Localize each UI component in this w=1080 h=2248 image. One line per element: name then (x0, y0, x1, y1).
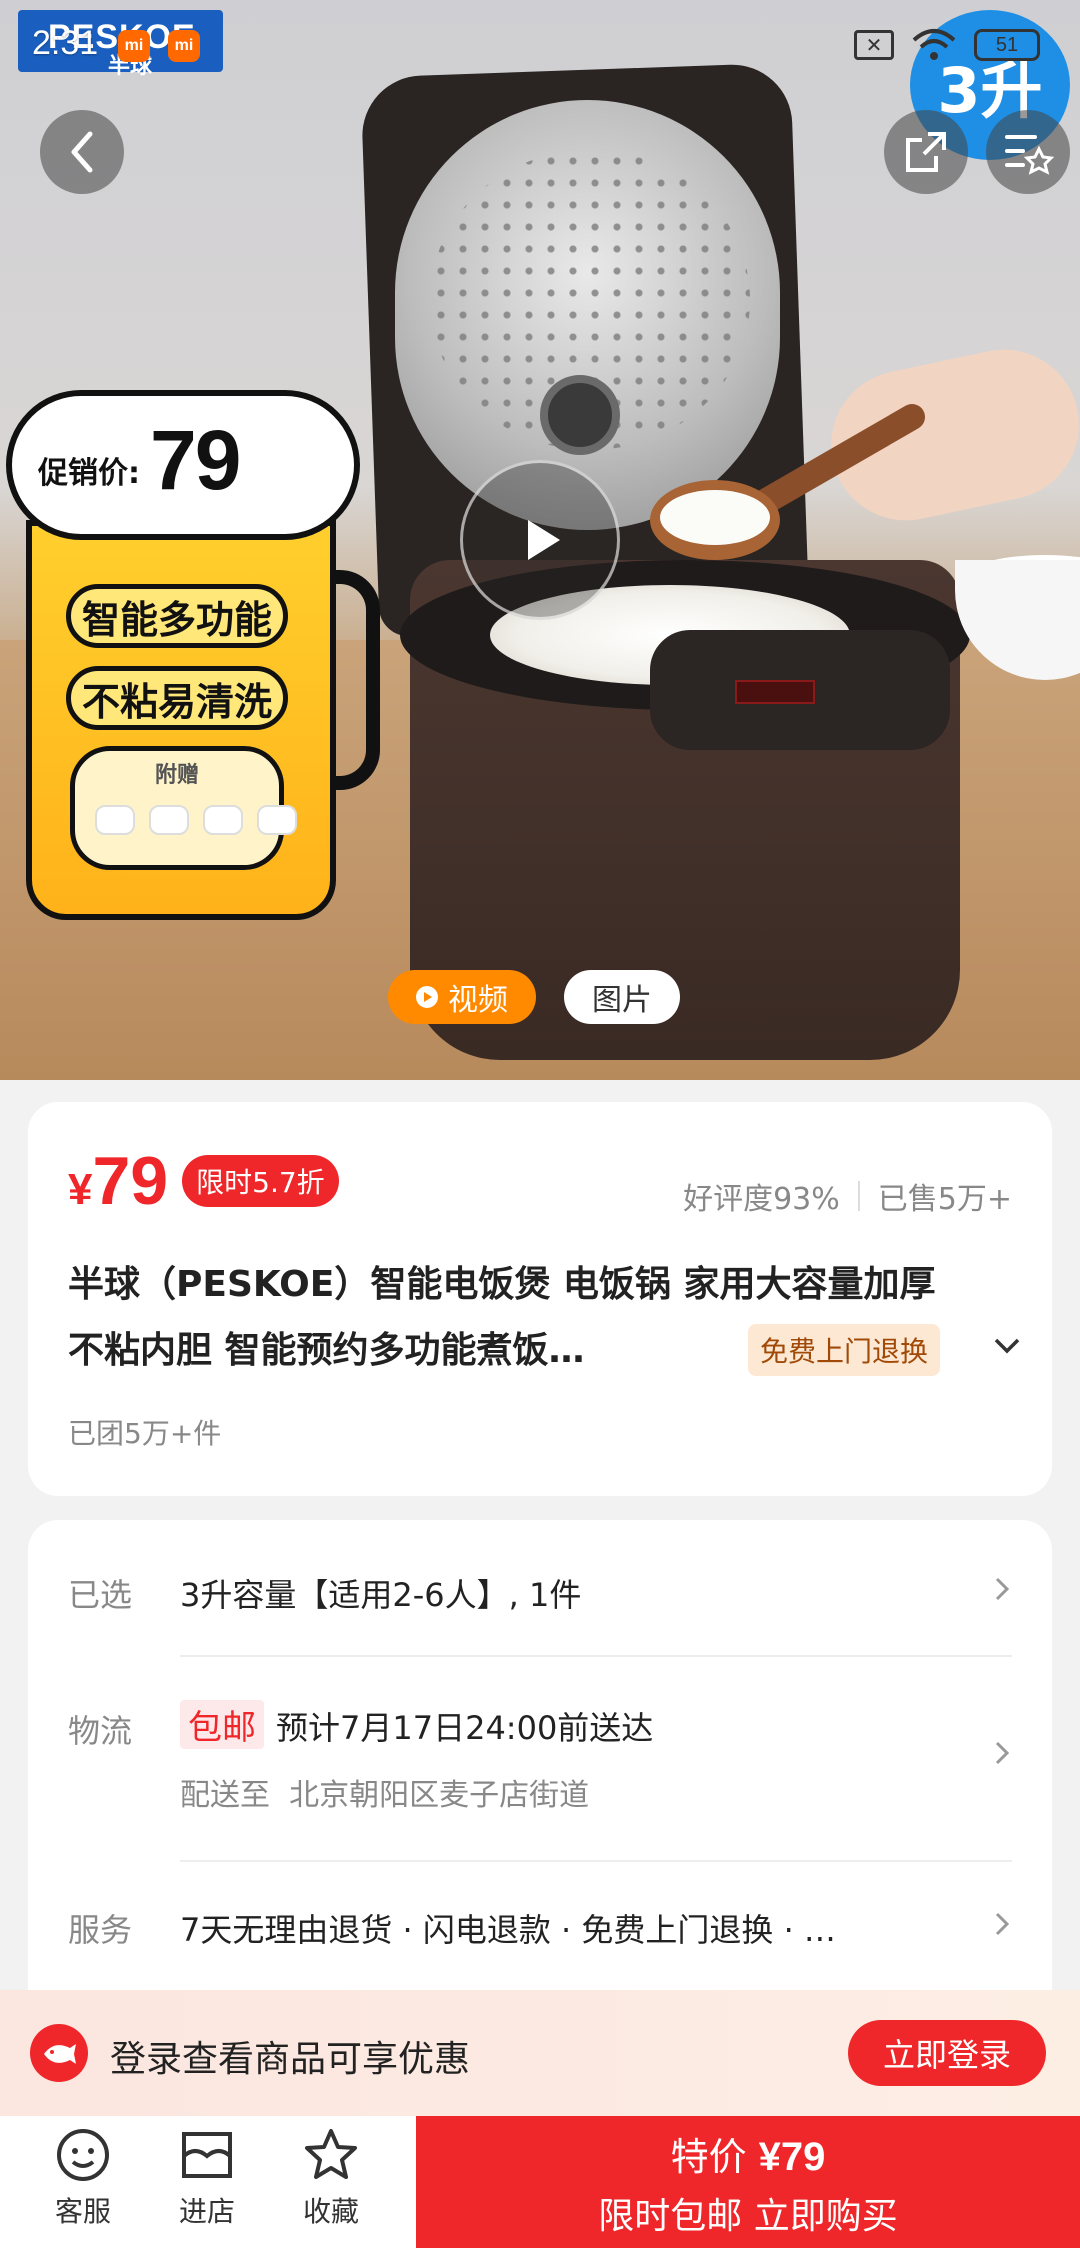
divider (180, 1655, 1012, 1657)
login-banner: 登录查看商品可享优惠 立即登录 (0, 1990, 1080, 2116)
service-value: 7天无理由退货 · 闪电退款 · 免费上门退换 · … (180, 1911, 836, 1949)
promo-price-label: 促销价: (38, 456, 140, 491)
star-icon (305, 2129, 357, 2179)
free-return-tag: 免费上门退换 (748, 1324, 941, 1376)
wifi-icon (912, 28, 956, 62)
tab-images-label: 图片 (592, 983, 652, 1018)
tab-images[interactable]: 图片 (564, 970, 680, 1024)
lid-vent (540, 375, 620, 455)
customer-service-label: 客服 (54, 2195, 111, 2228)
delivery-estimate: 预计7月17日24:00前送达 (276, 1709, 654, 1747)
promo-price: 79 (150, 413, 241, 507)
free-shipping-badge: 包邮 (180, 1700, 264, 1749)
delivery-address: 配送至 北京朝阳区麦子店街道 (180, 1770, 589, 1814)
share-icon (906, 132, 946, 172)
gift-label: 附赠 (154, 763, 199, 788)
service-row[interactable]: 服务 7天无理由退货 · 闪电退款 · 免费上门退换 · … (68, 1905, 1012, 1975)
selected-value: 3升容量【适用2-6人】, 1件 (180, 1576, 582, 1614)
price-row: ¥ 79 限时5.7折 (68, 1142, 339, 1220)
tab-video-label: 视频 (448, 983, 508, 1018)
bottom-action-bar: 客服 进店 收藏 特价 ¥79 限时包邮 立即购买 (0, 2116, 1080, 2248)
address-value: 北京朝阳区麦子店街道 (289, 1778, 590, 1813)
chevron-right-icon (992, 1574, 1012, 1608)
promo-tag-nonstick: 不粘易清洗 (66, 666, 288, 730)
enter-store-label: 进店 (178, 2195, 235, 2228)
discount-badge: 限时5.7折 (182, 1155, 339, 1207)
play-icon (528, 520, 560, 560)
tab-video[interactable]: 视频 (388, 970, 536, 1024)
chevron-right-icon (992, 1909, 1012, 1943)
mi-app-icon: mi (118, 30, 150, 62)
login-button[interactable]: 立即登录 (848, 2020, 1046, 2086)
status-time: 2:31 (32, 24, 99, 62)
gift-items-image (95, 805, 297, 835)
promo-gift-box: 附赠 (70, 746, 297, 870)
login-prompt-text: 登录查看商品可享优惠 (110, 2039, 471, 2080)
app-logo-icon (30, 2024, 88, 2082)
buy-price: ¥79 (758, 2134, 826, 2179)
chevron-left-icon (71, 131, 93, 173)
menu-star-icon (1005, 135, 1055, 175)
customer-service-button[interactable]: 客服 (28, 2126, 138, 2246)
buy-prefix: 特价 (670, 2134, 747, 2179)
shipping-row[interactable]: 物流 包邮 预计7月17日24:00前送达 配送至 北京朝阳区麦子店街道 (68, 1700, 1012, 1820)
play-circle-icon (416, 986, 438, 1008)
chevron-right-icon (992, 1738, 1012, 1772)
spoon-rice (660, 490, 770, 545)
stats-divider (857, 1181, 860, 1211)
info-card: 已选 3升容量【适用2-6人】, 1件 物流 包邮 预计7月17日24:00前送达… (28, 1520, 1052, 2000)
buy-price-line: 特价 ¥79 (671, 2126, 826, 2181)
buy-action-label: 限时包邮 立即购买 (598, 2195, 898, 2237)
divider (180, 1860, 1012, 1862)
currency-symbol: ¥ (68, 1165, 93, 1214)
media-tabs: 视频 图片 (388, 970, 680, 1024)
group-buy-count: 已团5万+件 (68, 1417, 222, 1450)
product-stats: 好评度93% 已售5万+ (683, 1174, 1012, 1218)
chevron-down-icon[interactable] (992, 1336, 1022, 1360)
favorite-button[interactable]: 收藏 (276, 2126, 386, 2246)
customer-service-icon (57, 2129, 109, 2181)
selected-row[interactable]: 已选 3升容量【适用2-6人】, 1件 (68, 1570, 1012, 1650)
store-icon (182, 2132, 232, 2178)
rating-stat: 好评度93% (683, 1182, 840, 1217)
share-button[interactable] (884, 110, 968, 194)
sold-stat: 已售5万+ (877, 1182, 1012, 1217)
buy-now-button[interactable]: 特价 ¥79 限时包邮 立即购买 (416, 2116, 1080, 2248)
back-button[interactable] (40, 110, 124, 194)
play-video-button[interactable] (460, 460, 620, 620)
product-image-gallery[interactable]: PESKOE 半球 3升 2:31 mi mi ✕ 51 促销价: 79 智能多… (0, 0, 1080, 1080)
status-bar: 2:31 mi mi ✕ 51 (0, 0, 1080, 90)
battery-icon: 51 (974, 29, 1040, 61)
price-card: ¥ 79 限时5.7折 好评度93% 已售5万+ 半球（PESKOE）智能电饭煲… (28, 1102, 1052, 1496)
deliver-to-label: 配送至 (180, 1778, 270, 1813)
mi-app-icon: mi (168, 30, 200, 62)
status-icons: ✕ 51 (854, 28, 1040, 62)
enter-store-button[interactable]: 进店 (152, 2126, 262, 2246)
shipping-value: 包邮 预计7月17日24:00前送达 (180, 1700, 653, 1749)
no-sim-icon: ✕ (854, 30, 894, 60)
promo-tag-multifunction: 智能多功能 (66, 584, 288, 648)
more-menu-button[interactable] (986, 110, 1070, 194)
shipping-label: 物流 (68, 1712, 133, 1750)
favorite-label: 收藏 (302, 2195, 359, 2228)
promo-graphic: 促销价: 79 智能多功能 不粘易清洗 附赠 (0, 390, 380, 930)
price-value: 79 (92, 1143, 169, 1219)
led-display (735, 680, 815, 704)
service-label: 服务 (68, 1911, 133, 1949)
selected-label: 已选 (68, 1576, 133, 1614)
